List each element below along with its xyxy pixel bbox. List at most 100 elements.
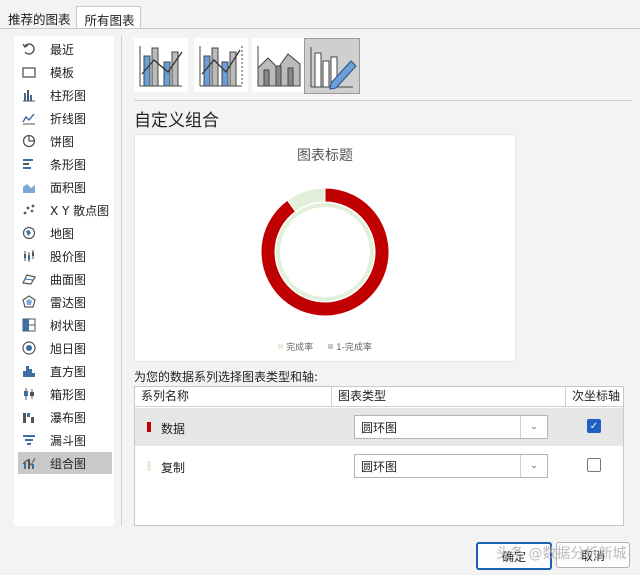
sidebar-item-label: 折线图 [50, 111, 87, 126]
chart-category-list: 最近 模板 柱形图 折线图 饼图 条形图 面积图 X Y 散点图 地图 股价图 … [14, 36, 114, 526]
sidebar-item-label: 模板 [50, 65, 75, 80]
table-row[interactable]: 数据 圆环图 ⌄ ✓ [135, 408, 623, 446]
folder-icon [20, 63, 38, 81]
header-underline [135, 406, 623, 407]
sidebar-item-pie[interactable]: 饼图 [18, 130, 112, 152]
combo-area-column-thumb[interactable] [252, 38, 306, 92]
combo-column-line-secondary-thumb[interactable] [194, 38, 248, 92]
tab-divider [0, 28, 640, 29]
legend-label: 完成率 [286, 343, 314, 353]
sidebar-item-label: 箱形图 [50, 387, 87, 402]
sidebar-item-label: 漏斗图 [50, 433, 87, 448]
sidebar-item-label: 直方图 [50, 364, 87, 379]
recent-icon [20, 40, 38, 58]
line-chart-icon [20, 109, 38, 127]
stock-chart-icon [20, 247, 38, 265]
sidebar-item-bar[interactable]: 条形图 [18, 153, 112, 175]
sidebar-item-box-whisker[interactable]: 箱形图 [18, 383, 112, 405]
pie-chart-icon [20, 132, 38, 150]
series-name: 复制 [161, 461, 186, 475]
doughnut-chart [260, 187, 390, 317]
surface-chart-icon [20, 270, 38, 288]
stacked-area-column-icon [257, 46, 301, 87]
gallery-divider [134, 100, 632, 101]
clustered-column-line-icon [139, 46, 183, 87]
waterfall-chart-icon [20, 408, 38, 426]
series-grid: 系列名称 图表类型 次坐标轴 数据 圆环图 ⌄ ✓ 复制 圆环图 ⌄ [134, 386, 624, 526]
chart-type-value: 圆环图 [361, 460, 398, 474]
chart-type-tabs: 推荐的图表 所有图表 [0, 6, 141, 29]
sidebar-item-label: X Y 散点图 [50, 203, 110, 218]
sidebar-item-label: 组合图 [50, 456, 87, 471]
chevron-down-icon[interactable]: ⌄ [520, 416, 547, 438]
watermark: 头条 @数据分析新城 [496, 546, 627, 562]
area-chart-icon [20, 178, 38, 196]
header-divider [565, 387, 566, 406]
funnel-chart-icon [20, 431, 38, 449]
sidebar-item-column[interactable]: 柱形图 [18, 84, 112, 106]
section-title: 自定义组合 [134, 111, 219, 131]
sidebar-item-label: 曲面图 [50, 272, 87, 287]
column-header-secondary-axis: 次坐标轴 [572, 389, 621, 403]
chart-type-select[interactable]: 圆环图 ⌄ [354, 454, 548, 478]
sidebar-item-surface[interactable]: 曲面图 [18, 268, 112, 290]
sidebar-item-label: 面积图 [50, 180, 87, 195]
bar-chart-icon [20, 155, 38, 173]
sidebar-item-stock[interactable]: 股价图 [18, 245, 112, 267]
legend-entry: 完成率 [278, 340, 313, 353]
secondary-axis-checkbox[interactable]: ✓ [587, 419, 601, 433]
map-chart-icon [20, 224, 38, 242]
sidebar-item-label: 地图 [50, 226, 75, 241]
sidebar-item-combo[interactable]: 组合图 [18, 452, 112, 474]
sidebar-item-templates[interactable]: 模板 [18, 61, 112, 83]
column-line-secondary-axis-icon [199, 46, 243, 87]
table-row[interactable]: 复制 圆环图 ⌄ [135, 447, 623, 485]
sidebar-item-funnel[interactable]: 漏斗图 [18, 429, 112, 451]
chart-type-value: 圆环图 [361, 421, 398, 435]
sidebar-item-label: 树状图 [50, 318, 87, 333]
sidebar-item-sunburst[interactable]: 旭日图 [18, 337, 112, 359]
chart-type-select[interactable]: 圆环图 ⌄ [354, 415, 548, 439]
sidebar-item-label: 旭日图 [50, 341, 87, 356]
series-color-swatch [147, 422, 151, 432]
sidebar-item-label: 瀑布图 [50, 410, 87, 425]
sidebar-item-radar[interactable]: 雷达图 [18, 291, 112, 313]
tab-all-charts[interactable]: 所有图表 [75, 6, 141, 29]
sidebar-item-recent[interactable]: 最近 [18, 38, 112, 60]
column-header-chart-type: 图表类型 [338, 389, 387, 403]
sidebar-item-label: 饼图 [50, 134, 75, 149]
header-divider [331, 387, 332, 406]
legend-label: 1-完成率 [335, 343, 372, 353]
sidebar-divider [121, 36, 122, 526]
chart-legend: 完成率 1-完成率 [135, 340, 515, 353]
sunburst-chart-icon [20, 339, 38, 357]
column-chart-icon [20, 86, 38, 104]
radar-chart-icon [20, 293, 38, 311]
custom-combo-pencil-icon [310, 47, 357, 90]
series-prompt: 为您的数据系列选择图表类型和轴: [134, 370, 319, 384]
doughnut-slice-1 [260, 187, 390, 317]
box-whisker-chart-icon [20, 385, 38, 403]
histogram-chart-icon [20, 362, 38, 380]
sidebar-item-label: 雷达图 [50, 295, 87, 310]
chevron-down-icon[interactable]: ⌄ [520, 455, 547, 477]
treemap-chart-icon [20, 316, 38, 334]
combo-chart-icon [20, 454, 38, 472]
combo-custom-thumb[interactable] [304, 38, 360, 94]
sidebar-item-histogram[interactable]: 直方图 [18, 360, 112, 382]
legend-entry: 1-完成率 [327, 340, 372, 353]
scatter-chart-icon [20, 201, 38, 219]
sidebar-item-label: 条形图 [50, 157, 87, 172]
combo-clustered-column-line-thumb[interactable] [134, 38, 188, 92]
secondary-axis-checkbox[interactable] [587, 458, 601, 472]
sidebar-item-line[interactable]: 折线图 [18, 107, 112, 129]
tab-recommended-charts[interactable]: 推荐的图表 [0, 6, 76, 28]
sidebar-item-area[interactable]: 面积图 [18, 176, 112, 198]
column-header-series-name: 系列名称 [141, 389, 190, 403]
sidebar-item-waterfall[interactable]: 瀑布图 [18, 406, 112, 428]
chart-preview: 图表标题 完成率 1-完成率 [134, 134, 516, 362]
sidebar-item-map[interactable]: 地图 [18, 222, 112, 244]
doughnut-inner-ring [276, 203, 374, 301]
sidebar-item-treemap[interactable]: 树状图 [18, 314, 112, 336]
sidebar-item-scatter[interactable]: X Y 散点图 [18, 199, 112, 221]
